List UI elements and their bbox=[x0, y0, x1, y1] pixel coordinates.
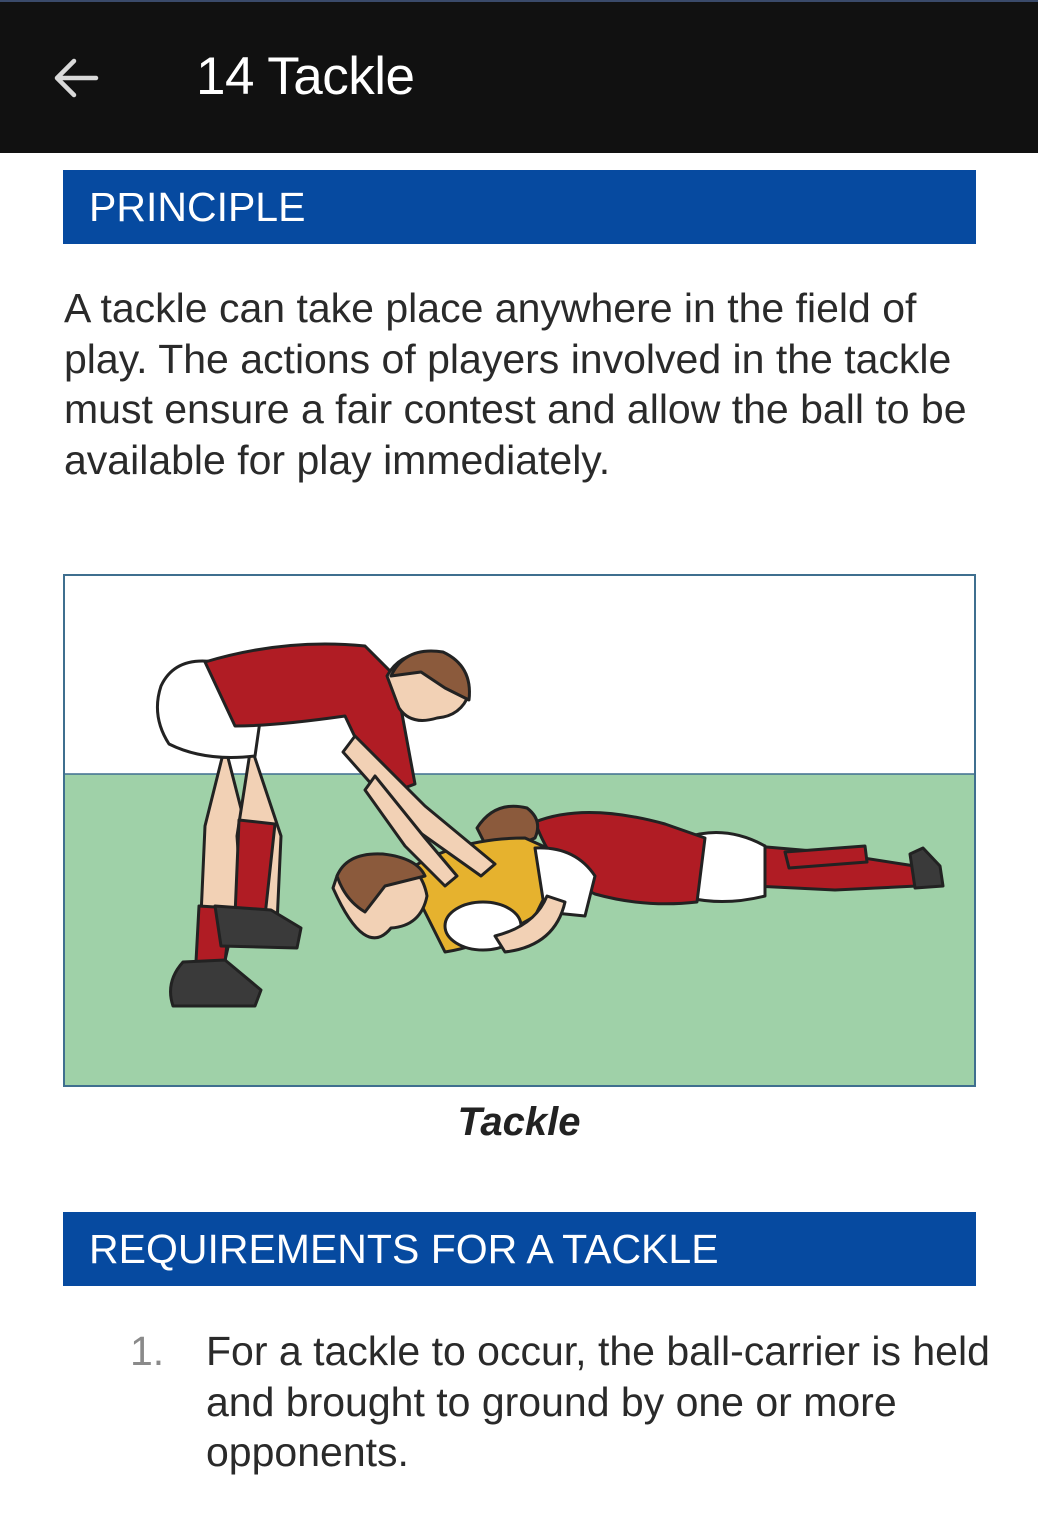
principle-heading: PRINCIPLE bbox=[63, 170, 976, 244]
back-button[interactable] bbox=[40, 42, 112, 114]
list-item-number: 1. bbox=[130, 1328, 165, 1374]
page-title: 14 Tackle bbox=[196, 47, 415, 106]
arrow-left-icon bbox=[54, 58, 99, 98]
requirements-heading: REQUIREMENTS FOR A TACKLE bbox=[63, 1212, 976, 1286]
tackle-drawing bbox=[65, 642, 974, 1085]
tackle-illustration bbox=[63, 574, 976, 1087]
principle-body: A tackle can take place anywhere in the … bbox=[64, 285, 967, 483]
figure-caption: Tackle bbox=[457, 1100, 581, 1144]
app-bar: 14 Tackle bbox=[0, 0, 1038, 153]
list-item-text: For a tackle to occur, the ball-carrier … bbox=[206, 1328, 990, 1475]
